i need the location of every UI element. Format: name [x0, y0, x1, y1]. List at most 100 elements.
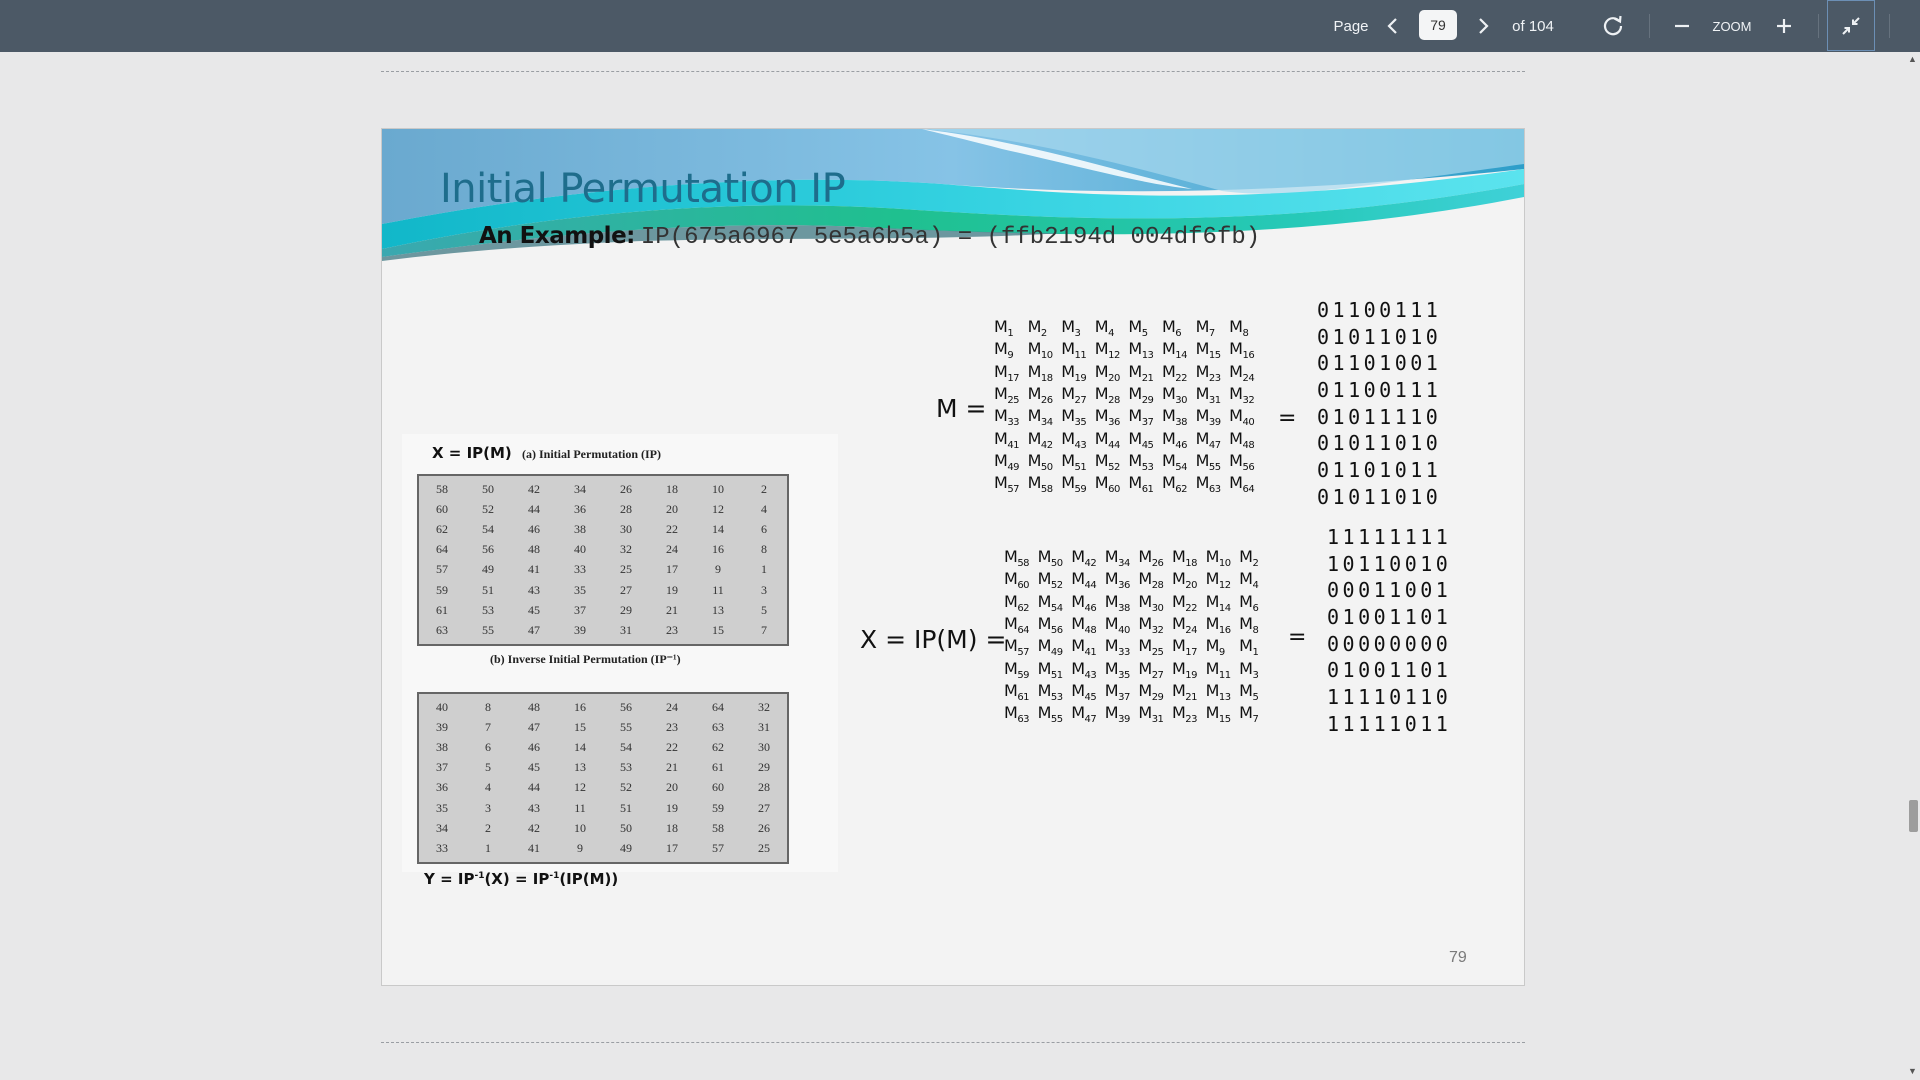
matrix-cell: M19: [1171, 658, 1198, 681]
scroll-up-icon[interactable]: ▲: [1908, 54, 1917, 64]
table-cell: 47: [528, 719, 540, 734]
table-cell: 9: [715, 562, 721, 577]
table-row: 36 4 44 12 52 20 60 28: [419, 778, 787, 798]
table-cell: 7: [761, 622, 767, 637]
table-cell: 50: [482, 481, 494, 496]
rotate-button[interactable]: [1598, 0, 1628, 52]
matrix-row: M58 M50 M42 M34 M26 M18 M10 M2: [1004, 547, 1273, 569]
table-cell: 61: [712, 760, 724, 775]
table-cell: 5: [485, 760, 491, 775]
matrix-cell: M25: [1138, 636, 1164, 659]
table-cell: 49: [482, 562, 494, 577]
y-formula-exponent: -1: [474, 871, 485, 881]
table-cell: 16: [574, 699, 586, 714]
matrix-cell: M3: [1061, 317, 1081, 340]
table-cell: 64: [436, 542, 448, 557]
matrix-cell: M11: [1205, 658, 1232, 681]
matrix-cell: M47: [1195, 428, 1222, 451]
matrix-cell: M42: [1071, 547, 1097, 570]
x-bit-block: 11111111 10110010 00011001 01001101 00000000…: [1327, 524, 1451, 738]
matrix-cell: M51: [1037, 658, 1064, 681]
scroll-down-icon[interactable]: ▼: [1908, 1066, 1917, 1076]
table-cell: 54: [620, 739, 632, 754]
matrix-cell: M5: [1239, 680, 1259, 704]
matrix-cell: M15: [1195, 339, 1222, 362]
table-row: 63 55 47 39 31 23 15 7: [419, 620, 787, 640]
chevron-left-icon: [1387, 18, 1397, 34]
table-cell: 58: [436, 481, 448, 496]
matrix-cell: M17: [1171, 636, 1198, 659]
table-cell: 22: [666, 739, 678, 754]
table-cell: 10: [712, 481, 724, 496]
table-cell: 52: [620, 780, 632, 795]
matrix-cell: M52: [1037, 569, 1064, 592]
zoom-out-button[interactable]: [1668, 0, 1696, 52]
matrix-cell: M23: [1195, 361, 1222, 384]
table-cell: 39: [574, 622, 586, 637]
matrix-cell: M41: [994, 428, 1020, 451]
matrix-cell: M25: [994, 383, 1020, 407]
table-cell: 8: [485, 699, 491, 714]
matrix-cell: M55: [1195, 450, 1222, 474]
matrix-cell: M61: [1128, 473, 1154, 496]
previous-page-button[interactable]: [1380, 0, 1404, 52]
exit-fullscreen-icon: [1842, 16, 1860, 35]
m-equals: =: [1278, 406, 1297, 431]
matrix-cell: M38: [1104, 591, 1131, 614]
table-row: 39 7 47 15 55 23 63 31: [419, 717, 787, 737]
table-cell: 4: [485, 780, 491, 795]
table-cell: 52: [482, 501, 494, 516]
table-cell: 38: [436, 739, 448, 754]
y-formula: Y = IP-1(X) = IP-1(IP(M)): [424, 870, 618, 888]
bit-row: 01101011: [1317, 458, 1442, 483]
table-cell: 24: [666, 699, 678, 714]
table-cell: 23: [666, 719, 678, 734]
bit-row: 11111111: [1327, 525, 1452, 549]
table-cell: 6: [761, 521, 767, 536]
matrix-cell: M34: [1104, 547, 1131, 570]
matrix-row: M61 M53 M45 M37 M29 M21 M13 M5: [1004, 681, 1273, 703]
exit-fullscreen-button[interactable]: [1827, 0, 1875, 51]
table-cell: 61: [436, 602, 448, 617]
matrix-cell: M8: [1229, 317, 1249, 340]
matrix-cell: M37: [1104, 680, 1131, 704]
page-number-input[interactable]: [1419, 10, 1457, 40]
table-row: 37 5 45 13 53 21 61 29: [419, 758, 787, 778]
table-cell: 35: [574, 582, 586, 597]
table-cell: 18: [666, 820, 678, 835]
table-cell: 44: [528, 501, 540, 516]
matrix-cell: M43: [1071, 658, 1097, 681]
scrollbar-thumb[interactable]: [1909, 800, 1918, 832]
table-row: 58 50 42 34 26 18 10 2: [419, 479, 787, 499]
toolbar-divider: [1649, 14, 1650, 38]
inverse-ip-table: 40 8 48 16 56 24 64 32 39 7 47 15 55 23 63 31 38 6 46 14 54 2…: [417, 692, 789, 864]
table-cell: 10: [574, 820, 586, 835]
table-row: 59 51 43 35 27 19 11 3: [419, 580, 787, 600]
matrix-row: M9 M10 M11 M12 M13 M14 M15 M16: [994, 339, 1263, 361]
table-cell: 28: [620, 501, 632, 516]
table-cell: 63: [712, 719, 724, 734]
table-cell: 21: [666, 602, 678, 617]
matrix-cell: M12: [1205, 569, 1232, 592]
matrix-cell: M22: [1161, 361, 1188, 384]
matrix-cell: M6: [1239, 591, 1259, 614]
table-cell: 53: [482, 602, 494, 617]
table-cell: 2: [485, 820, 491, 835]
matrix-cell: M48: [1071, 613, 1097, 637]
table-cell: 62: [712, 739, 724, 754]
table-cell: 57: [436, 562, 448, 577]
table-cell: 11: [712, 582, 724, 597]
table-cell: 12: [712, 501, 724, 516]
matrix-cell: M56: [1229, 450, 1255, 474]
x-matrix: M58 M50 M42 M34 M26 M18 M10 M2 M60 M52 M44 M36 M28 M2…: [1004, 547, 1273, 725]
matrix-cell: M1: [1239, 636, 1259, 659]
matrix-cell: M18: [1027, 361, 1054, 384]
next-page-button[interactable]: [1472, 0, 1496, 52]
table-cell: 42: [528, 481, 540, 496]
matrix-cell: M49: [994, 450, 1020, 474]
table-cell: 43: [528, 800, 540, 815]
matrix-cell: M8: [1239, 613, 1259, 637]
table-cell: 25: [620, 562, 632, 577]
zoom-in-button[interactable]: [1770, 0, 1798, 52]
table-cell: 63: [436, 622, 448, 637]
